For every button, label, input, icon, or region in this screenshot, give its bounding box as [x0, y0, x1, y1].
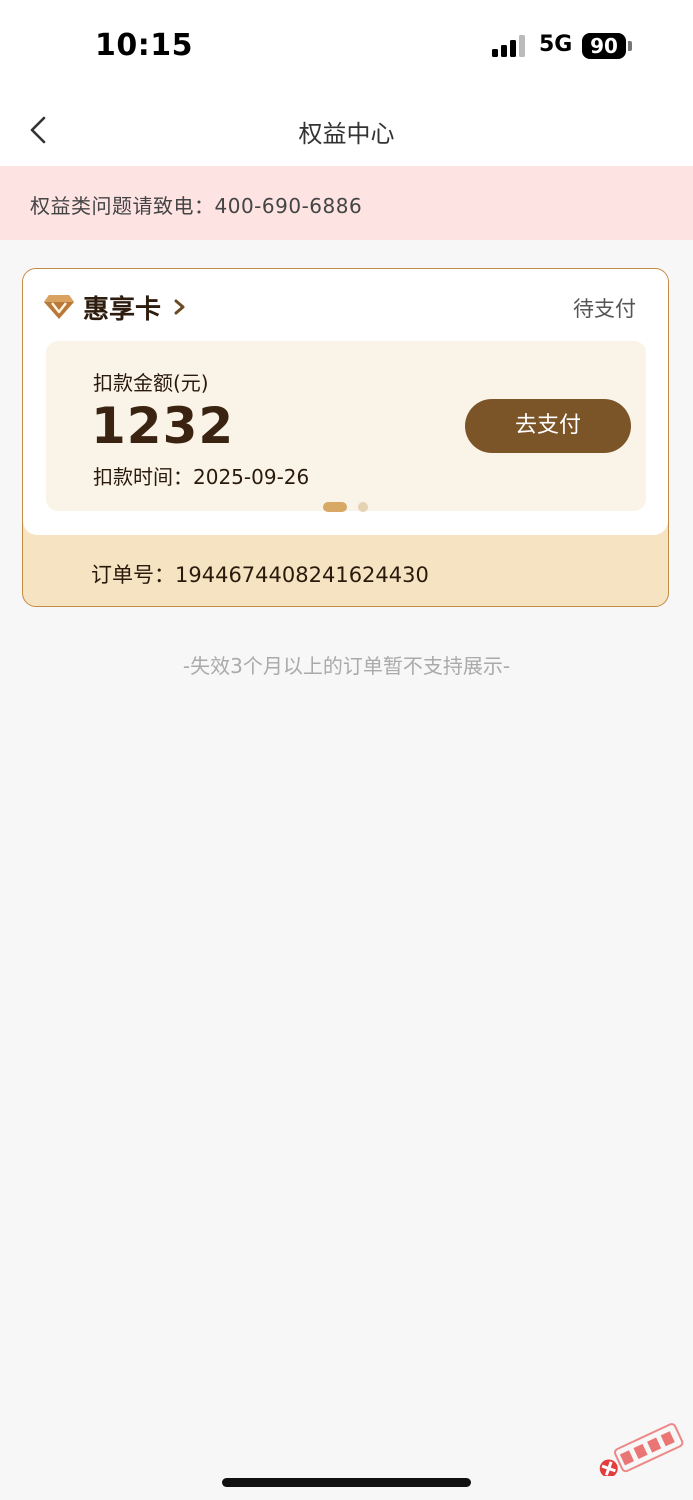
pay-button[interactable]: 去支付 — [465, 399, 631, 453]
notice-text: 权益类问题请致电：400-690-6886 — [30, 194, 363, 218]
payment-panel: 扣款金额(元) 1232 扣款时间：2025-09-26 去支付 — [46, 341, 646, 512]
notice-banner: 权益类问题请致电：400-690-6886 — [0, 166, 693, 240]
pager-dot[interactable] — [358, 502, 368, 512]
pager-dot-active[interactable] — [323, 502, 347, 512]
diamond-icon — [44, 295, 74, 319]
battery-icon: 90 — [582, 33, 626, 59]
card-header-link[interactable]: 惠享卡 — [43, 289, 187, 325]
status-time: 10:15 — [95, 28, 193, 63]
page-title: 权益中心 — [298, 120, 395, 148]
status-bar: 10:15 5G 90 — [0, 0, 693, 92]
order-number: 订单号：1944674408241624430 — [91, 563, 429, 587]
status-badge: 待支付 — [573, 297, 636, 321]
watermark-logo — [599, 1423, 684, 1476]
chevron-right-icon — [174, 299, 185, 315]
history-tip: -失效3个月以上的订单暂不支持展示- — [182, 654, 511, 678]
network-type: 5G — [539, 32, 573, 57]
nav-bar: 权益中心 — [0, 92, 693, 166]
card-name: 惠享卡 — [83, 294, 162, 325]
card-top: 惠享卡 待支付 扣款金额(元) 1232 扣款时间：2025-09-26 去支付 — [23, 269, 668, 535]
benefit-card: 惠享卡 待支付 扣款金额(元) 1232 扣款时间：2025-09-26 去支付… — [22, 268, 669, 607]
signal-icon — [492, 35, 525, 57]
amount-value: 1232 — [91, 397, 235, 455]
amount-label: 扣款金额(元) — [93, 371, 209, 395]
home-indicator — [222, 1478, 471, 1487]
battery-nub — [628, 41, 632, 51]
deduct-time: 扣款时间：2025-09-26 — [93, 465, 310, 489]
